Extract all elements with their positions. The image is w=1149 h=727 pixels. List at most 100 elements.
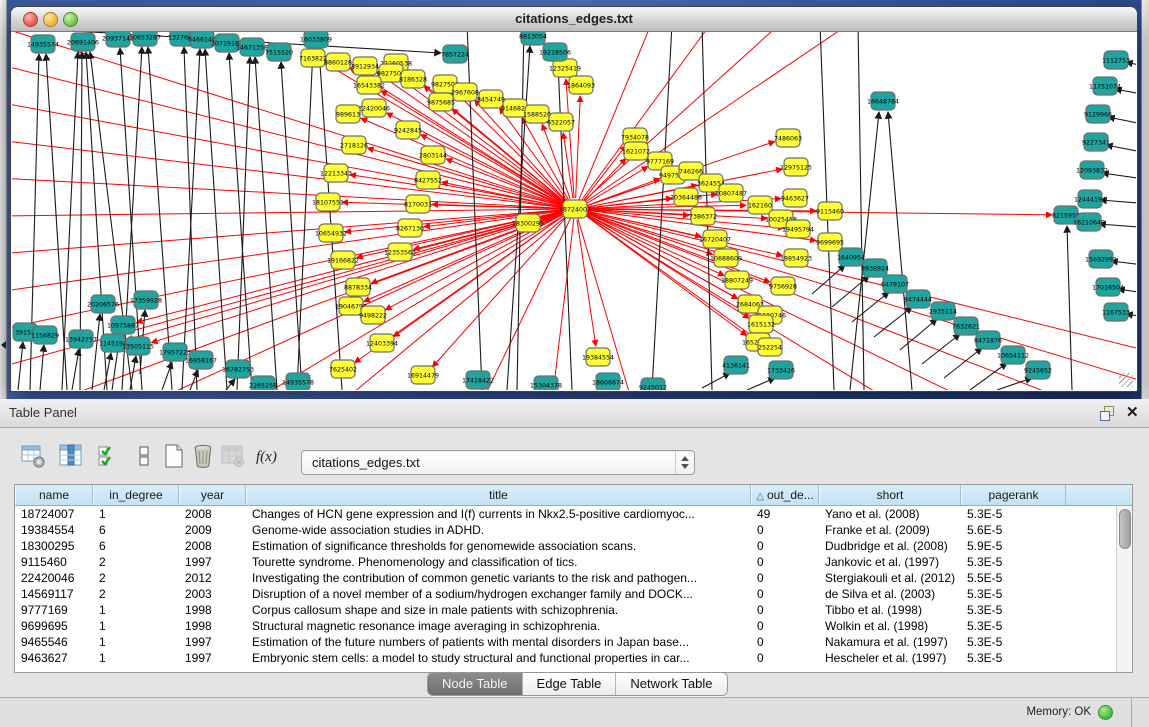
graph-node[interactable]: 8427552 bbox=[414, 171, 442, 189]
table-cell[interactable]: Hescheler et al. (1997) bbox=[819, 650, 961, 666]
graph-node[interactable]: 16648784 bbox=[867, 92, 899, 110]
graph-node[interactable]: 8878334 bbox=[344, 278, 372, 296]
graph-node[interactable]: 16720407 bbox=[699, 230, 731, 248]
graph-node[interactable]: 16033809 bbox=[300, 32, 332, 48]
column-header-year[interactable]: year bbox=[179, 485, 246, 505]
graph-node[interactable]: 18807249 bbox=[721, 271, 753, 289]
graph-node[interactable]: 9498222 bbox=[359, 306, 387, 324]
graph-node[interactable]: 12444194 bbox=[1074, 190, 1106, 208]
table-cell[interactable]: 5.3E-5 bbox=[961, 618, 1066, 634]
table-row[interactable]: 1872400712008Changes of HCN gene express… bbox=[15, 506, 1117, 522]
graph-node[interactable]: 14671358 bbox=[236, 38, 268, 56]
table-cell[interactable]: 1 bbox=[93, 602, 179, 618]
graph-node[interactable]: 8860128 bbox=[324, 53, 352, 71]
column-header-out_de[interactable]: △out_de... bbox=[751, 485, 819, 505]
table-cell[interactable]: Estimation of significance thresholds fo… bbox=[246, 538, 751, 554]
table-row[interactable]: 946554611997Estimation of the future num… bbox=[15, 634, 1117, 650]
graph-node[interactable]: 7857224 bbox=[441, 45, 469, 63]
citation-edge-black[interactable] bbox=[40, 345, 44, 390]
window-titlebar[interactable]: citations_edges.txt bbox=[11, 7, 1137, 32]
delete-icon[interactable] bbox=[190, 443, 216, 471]
column-header-in_degree[interactable]: in_degree bbox=[93, 485, 179, 505]
table-cell[interactable]: 49 bbox=[751, 506, 819, 522]
graph-node[interactable]: 1156829 bbox=[31, 326, 59, 344]
graph-node[interactable]: 16958167 bbox=[185, 351, 217, 369]
graph-node[interactable]: 7632621 bbox=[952, 317, 980, 335]
citation-edge-red[interactable] bbox=[12, 140, 575, 209]
citation-edge-black[interactable] bbox=[255, 57, 277, 390]
graph-node[interactable]: 17016504 bbox=[1092, 278, 1124, 296]
graph-node[interactable]: 14935574 bbox=[27, 35, 59, 53]
table-cell[interactable]: 18300295 bbox=[15, 538, 93, 554]
graph-node[interactable]: 16782753 bbox=[222, 360, 254, 378]
select-all-icon[interactable] bbox=[96, 443, 122, 471]
graph-node[interactable]: 19854923 bbox=[780, 249, 812, 267]
graph-node[interactable]: 20691406 bbox=[67, 33, 99, 51]
graph-node[interactable]: 9227341 bbox=[1082, 133, 1110, 151]
graph-node[interactable]: 10807487 bbox=[715, 184, 747, 202]
table-cell[interactable]: 2 bbox=[93, 570, 179, 586]
citation-edge-black[interactable] bbox=[888, 112, 912, 390]
table-cell[interactable]: 5.9E-5 bbox=[961, 538, 1066, 554]
citation-edge-black[interactable] bbox=[18, 342, 23, 390]
network-view-window[interactable]: citations_edges.txt 18724007716382288601… bbox=[10, 6, 1138, 392]
graph-node[interactable]: 1615132 bbox=[747, 315, 775, 333]
table-cell[interactable]: 14569117 bbox=[15, 586, 93, 602]
graph-node[interactable]: 10654112 bbox=[997, 346, 1029, 364]
citation-edge-black[interactable] bbox=[1106, 145, 1136, 154]
citation-edge-black[interactable] bbox=[944, 348, 982, 378]
table-row[interactable]: 946362711997Embryonic stem cells: a mode… bbox=[15, 650, 1117, 666]
graph-node[interactable]: 12975125 bbox=[780, 158, 812, 176]
graph-node[interactable]: 9463627 bbox=[781, 189, 809, 207]
function-builder-icon[interactable]: f(x) bbox=[256, 443, 282, 477]
citation-edge-red[interactable] bbox=[12, 64, 575, 209]
graph-node[interactable]: 12093832 bbox=[1076, 161, 1108, 179]
graph-node[interactable]: 8267130 bbox=[396, 219, 424, 237]
table-cell[interactable]: 0 bbox=[751, 650, 819, 666]
tab-node-table[interactable]: Node Table bbox=[428, 673, 522, 695]
citation-edge-black[interactable] bbox=[148, 47, 172, 390]
citation-edge-black[interactable] bbox=[702, 373, 730, 388]
graph-node[interactable]: 11751074 bbox=[1089, 77, 1121, 95]
graph-node[interactable]: 2967608 bbox=[451, 83, 479, 101]
table-cell[interactable]: de Silva et al. (2003) bbox=[819, 586, 961, 602]
close-icon[interactable]: ✕ bbox=[1126, 403, 1139, 421]
graph-node[interactable]: 7515520 bbox=[265, 43, 293, 61]
table-settings-icon[interactable] bbox=[20, 443, 46, 471]
graph-node[interactable]: 1167533 bbox=[1102, 303, 1130, 321]
citation-edge-black[interactable] bbox=[205, 49, 227, 390]
table-header-row[interactable]: namein_degreeyeartitle△out_de...shortpag… bbox=[15, 485, 1132, 506]
table-cell[interactable]: 1998 bbox=[179, 602, 246, 618]
graph-node[interactable]: 6479107 bbox=[881, 275, 909, 293]
table-cell[interactable]: 1997 bbox=[179, 554, 246, 570]
graph-node[interactable]: 13942757 bbox=[65, 330, 97, 348]
table-row[interactable]: 1938455462009Genome-wide association stu… bbox=[15, 522, 1117, 538]
table-cell[interactable]: Disruption of a novel member of a sodium… bbox=[246, 586, 751, 602]
table-cell[interactable]: Dudbridge et al. (2008) bbox=[819, 538, 961, 554]
table-cell[interactable]: 2009 bbox=[179, 522, 246, 538]
table-cell[interactable]: Jankovic et al. (1997) bbox=[819, 554, 961, 570]
table-body[interactable]: 1872400712008Changes of HCN gene express… bbox=[15, 506, 1117, 672]
table-cell[interactable]: 0 bbox=[751, 586, 819, 602]
table-cell[interactable]: 6 bbox=[93, 522, 179, 538]
table-cell[interactable]: 0 bbox=[751, 618, 819, 634]
table-cell[interactable]: 1997 bbox=[179, 634, 246, 650]
graph-node[interactable]: 2803144 bbox=[419, 146, 447, 164]
graph-node[interactable]: 1621072 bbox=[622, 142, 650, 160]
table-cell[interactable]: Yano et al. (2008) bbox=[819, 506, 961, 522]
graph-node[interactable]: 7625402 bbox=[329, 360, 357, 378]
graph-node[interactable]: 17359928 bbox=[130, 291, 162, 309]
graph-node[interactable]: 1112753 bbox=[1102, 51, 1130, 69]
dropdown-stepper-icon[interactable] bbox=[675, 451, 694, 474]
table-cell[interactable]: 0 bbox=[751, 634, 819, 650]
table-cell[interactable]: Tourette syndrome. Phenomenology and cla… bbox=[246, 554, 751, 570]
graph-node[interactable]: 252254 bbox=[758, 338, 782, 356]
citation-edge-red[interactable] bbox=[577, 220, 596, 346]
table-cell[interactable]: 1997 bbox=[179, 650, 246, 666]
citation-edge-black[interactable] bbox=[92, 314, 100, 390]
graph-node[interactable]: 12325419 bbox=[549, 59, 581, 77]
graph-node[interactable]: 18606674 bbox=[592, 373, 624, 390]
network-canvas[interactable]: 1872400771638228860128891293422260538982… bbox=[12, 32, 1136, 390]
graph-hub-node[interactable]: 18724007 bbox=[559, 200, 591, 218]
graph-node[interactable]: 989613 bbox=[336, 105, 360, 123]
